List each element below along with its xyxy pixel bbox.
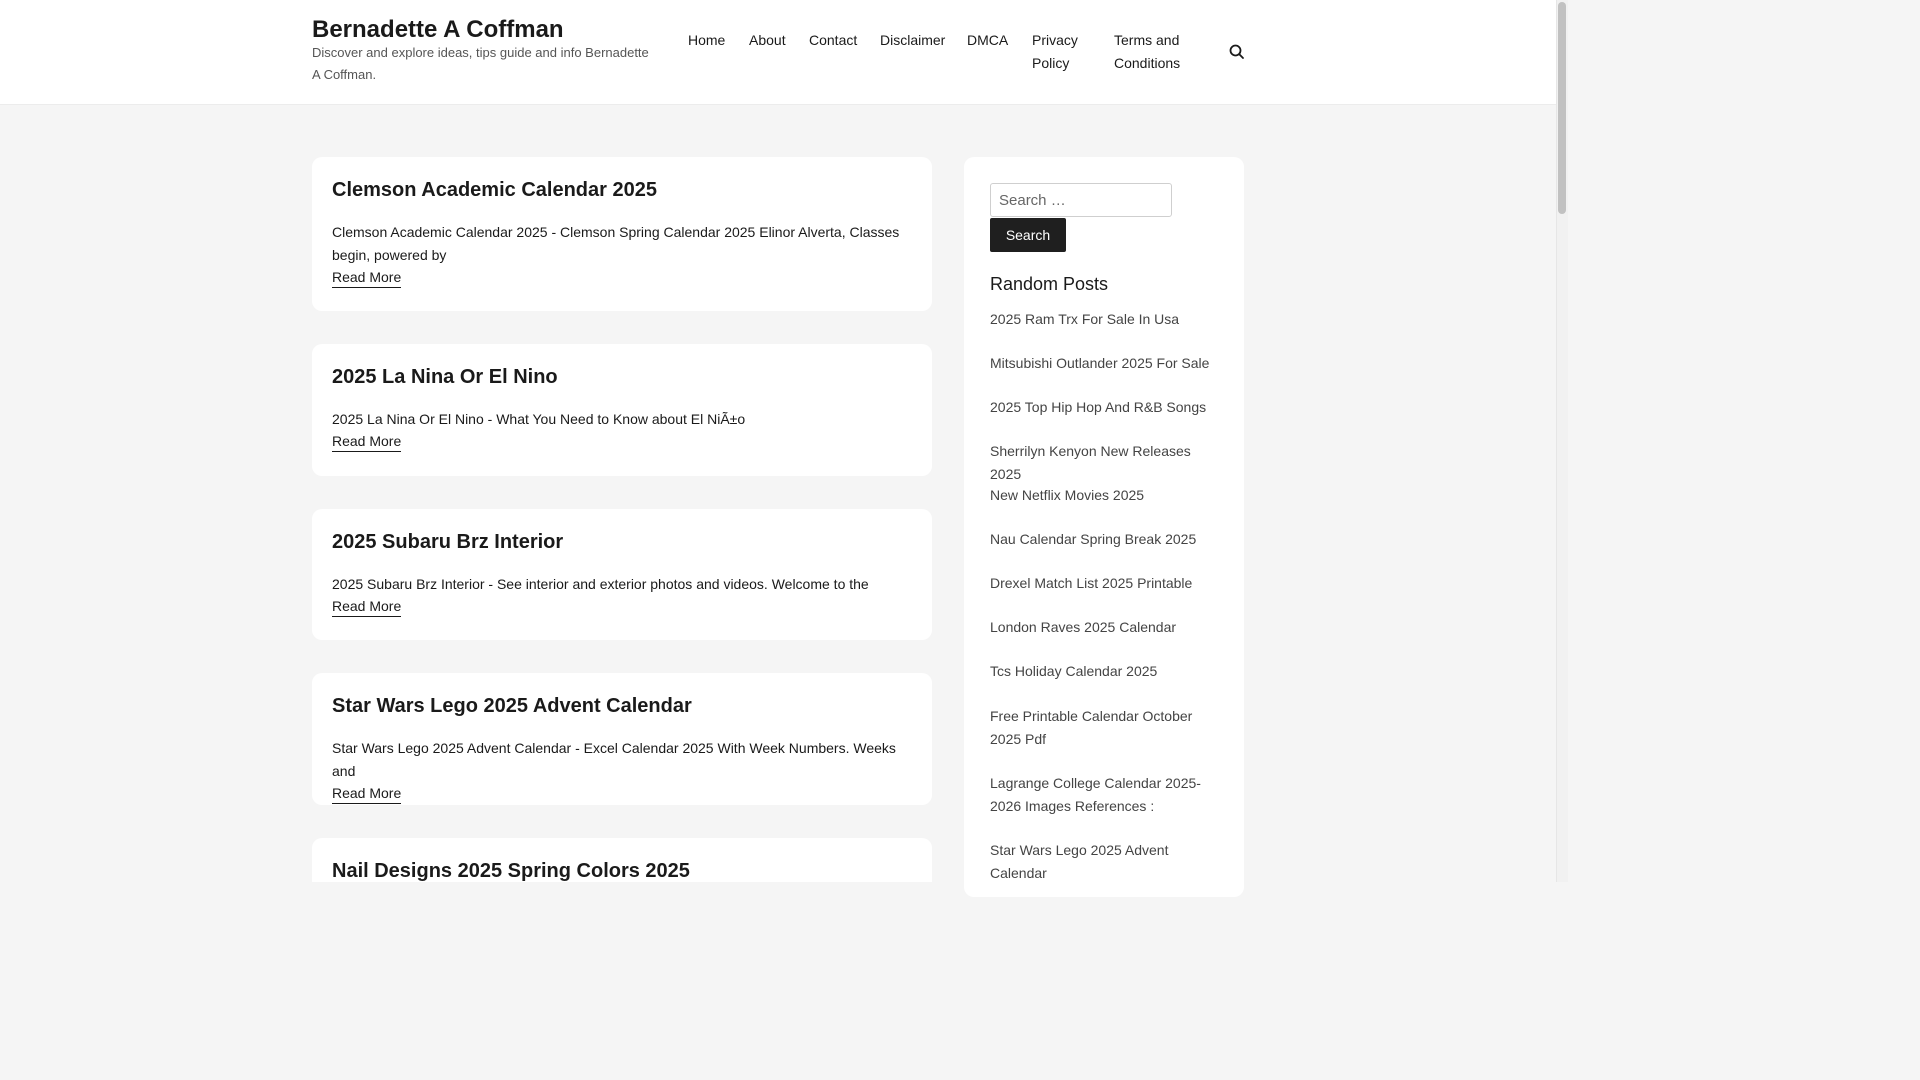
random-post-link[interactable]: New Netflix Movies 2025: [990, 484, 1220, 507]
random-post-link[interactable]: Lagrange College Calendar 2025-2026 Imag…: [990, 772, 1220, 817]
read-more-link[interactable]: Read More: [332, 783, 402, 804]
search-input[interactable]: [990, 183, 1172, 217]
search-button[interactable]: Search: [990, 218, 1066, 252]
nav-item-home[interactable]: Home: [688, 29, 725, 52]
post-title[interactable]: 2025 La Nina Or El Nino: [332, 364, 912, 390]
nav-item-privacy-policy[interactable]: Privacy Policy: [1032, 29, 1096, 74]
post-excerpt: Star Wars Lego 2025 Advent Calendar - Ex…: [332, 740, 896, 779]
random-post-link[interactable]: 2025 Ram Trx For Sale In Usa: [990, 308, 1220, 331]
post-excerpt: Clemson Academic Calendar 2025 - Clemson…: [332, 224, 900, 263]
nav-item-disclaimer[interactable]: Disclaimer: [880, 29, 945, 52]
nav-item-terms-and-conditions[interactable]: Terms and Conditions: [1114, 29, 1204, 74]
scrollbar-thumb[interactable]: [1558, 2, 1566, 214]
random-post-link[interactable]: Nau Calendar Spring Break 2025: [990, 528, 1220, 551]
post-excerpt: 2025 Subaru Brz Interior - See interior …: [332, 576, 869, 592]
site-description: Discover and explore ideas, tips guide a…: [312, 45, 649, 82]
post-title[interactable]: Clemson Academic Calendar 2025: [332, 177, 912, 203]
random-post-link[interactable]: Mitsubishi Outlander 2025 For Sale: [990, 352, 1220, 375]
random-post-link[interactable]: Drexel Match List 2025 Printable: [990, 572, 1220, 595]
read-more-link[interactable]: Read More: [332, 267, 402, 288]
post-excerpt: 2025 La Nina Or El Nino - What You Need …: [332, 411, 746, 427]
random-post-link[interactable]: Star Wars Lego 2025 Advent Calendar: [990, 839, 1220, 884]
random-post-link[interactable]: Tcs Holiday Calendar 2025: [990, 660, 1220, 683]
nav-item-about[interactable]: About: [749, 29, 786, 52]
read-more-link[interactable]: Read More: [332, 596, 402, 617]
post-card: Star Wars Lego 2025 Advent Calendar Star…: [312, 673, 932, 805]
random-post-link[interactable]: Sherrilyn Kenyon New Releases 2025: [990, 440, 1220, 485]
post-card: Nail Designs 2025 Spring Colors 2025: [312, 838, 932, 882]
random-post-link[interactable]: London Raves 2025 Calendar: [990, 616, 1220, 639]
nav-item-contact[interactable]: Contact: [809, 29, 857, 52]
read-more-link[interactable]: Read More: [332, 431, 402, 452]
site-header: Bernadette A Coffman Discover and explor…: [0, 0, 1556, 105]
site-title[interactable]: Bernadette A Coffman: [312, 15, 564, 45]
post-card: 2025 Subaru Brz Interior 2025 Subaru Brz…: [312, 509, 932, 640]
post-title[interactable]: Star Wars Lego 2025 Advent Calendar: [332, 693, 912, 719]
post-title[interactable]: Nail Designs 2025 Spring Colors 2025: [332, 858, 912, 884]
random-post-link[interactable]: 2025 Top Hip Hop And R&B Songs: [990, 396, 1220, 419]
nav-item-dmca[interactable]: DMCA: [967, 29, 1008, 52]
post-card: Clemson Academic Calendar 2025 Clemson A…: [312, 157, 932, 311]
search-icon[interactable]: [1228, 43, 1246, 61]
random-posts-title: Random Posts: [990, 274, 1109, 294]
post-title[interactable]: 2025 Subaru Brz Interior: [332, 529, 912, 555]
post-card: 2025 La Nina Or El Nino 2025 La Nina Or …: [312, 344, 932, 476]
random-post-link[interactable]: Free Printable Calendar October 2025 Pdf: [990, 705, 1220, 750]
